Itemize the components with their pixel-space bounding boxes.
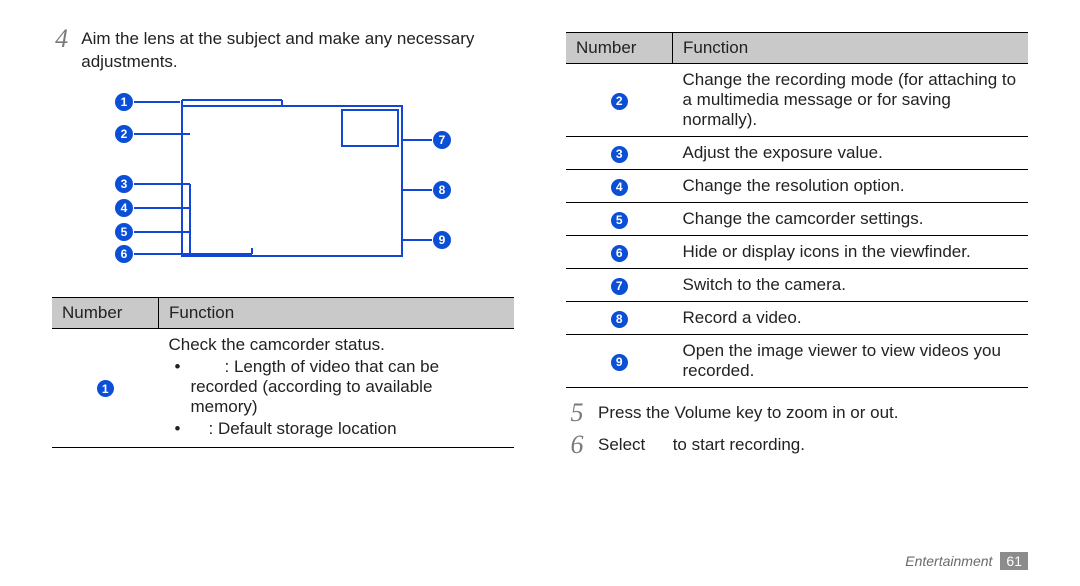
callout-2-icon: 2 [115,125,133,143]
callout-9-icon: 9 [433,231,451,249]
bullet-text: : Default storage location [209,419,397,438]
svg-text:5: 5 [121,225,128,239]
list-item: : Default storage location [169,419,505,439]
row1-sublist: : Length of video that can be recorded (… [169,357,505,439]
list-item: : Length of video that can be recorded (… [169,357,505,417]
th-function: Function [673,33,1029,64]
callout-badge-icon: 6 [611,245,628,262]
table-row: 5 Change the camcorder settings. [566,203,1028,236]
callout-table-left: Number Function 1 Check the camcorder st… [52,297,514,448]
row1-title: Check the camcorder status. [169,335,505,355]
table-row: 4 Change the resolution option. [566,170,1028,203]
svg-text:1: 1 [121,95,128,109]
callout-badge-icon: 3 [611,146,628,163]
step-4: 4 Aim the lens at the subject and make a… [52,28,514,74]
table-row: 2 Change the recording mode (for attachi… [566,64,1028,137]
cell-number: 9 [566,335,673,388]
cell-number: 6 [566,236,673,269]
table-row: 9 Open the image viewer to view videos y… [566,335,1028,388]
footer-page-number: 61 [1000,552,1028,570]
th-number: Number [566,33,673,64]
step-number: 4 [52,26,71,72]
svg-text:8: 8 [439,183,446,197]
callout-badge-icon: 4 [611,179,628,196]
bullet-text: : Length of video that can be recorded (… [191,357,440,416]
table-row: 7 Switch to the camera. [566,269,1028,302]
cell-function: Adjust the exposure value. [673,137,1029,170]
table-row: 3 Adjust the exposure value. [566,137,1028,170]
svg-text:3: 3 [121,177,128,191]
viewfinder-diagram: 1 2 3 4 5 6 7 8 9 [92,80,514,285]
callout-table-right: Number Function 2 Change the recording m… [566,32,1028,388]
th-number: Number [52,297,159,328]
cell-number: 2 [566,64,673,137]
step6-part-b: to start recording. [668,435,805,454]
table-row: 6 Hide or display icons in the viewfinde… [566,236,1028,269]
svg-text:9: 9 [439,233,446,247]
callout-5-icon: 5 [115,223,133,241]
footer-section-name: Entertainment [905,553,992,569]
callout-badge-icon: 5 [611,212,628,229]
cell-function: Change the recording mode (for attaching… [673,64,1029,137]
callout-8-icon: 8 [433,181,451,199]
cell-number: 4 [566,170,673,203]
th-function: Function [159,297,515,328]
svg-text:2: 2 [121,127,128,141]
two-column-layout: 4 Aim the lens at the subject and make a… [52,28,1028,466]
svg-text:4: 4 [121,201,128,215]
callout-7-icon: 7 [433,131,451,149]
left-column: 4 Aim the lens at the subject and make a… [52,28,514,466]
step-5: 5 Press the Volume key to zoom in or out… [566,402,1028,428]
step-text: Select to start recording. [598,434,805,460]
cell-function: Open the image viewer to view videos you… [673,335,1029,388]
table-header-row: Number Function [52,297,514,328]
step6-part-a: Select [598,435,650,454]
svg-text:6: 6 [121,247,128,261]
callout-6-icon: 6 [115,245,133,263]
right-column: Number Function 2 Change the recording m… [566,28,1028,466]
table-row: 8 Record a video. [566,302,1028,335]
cell-function: Check the camcorder status. : Length of … [159,328,515,447]
cell-number: 8 [566,302,673,335]
cell-number: 7 [566,269,673,302]
cell-function: Change the resolution option. [673,170,1029,203]
step-6: 6 Select to start recording. [566,434,1028,460]
callout-3-icon: 3 [115,175,133,193]
callout-1-icon: 1 [115,93,133,111]
cell-function: Hide or display icons in the viewfinder. [673,236,1029,269]
diagram-svg: 1 2 3 4 5 6 7 8 9 [92,80,472,280]
page-footer: Entertainment 61 [905,552,1028,570]
callout-badge-icon: 7 [611,278,628,295]
table-row: 1 Check the camcorder status. : Length o… [52,328,514,447]
callout-1-badge-icon: 1 [97,380,114,397]
cell-number: 5 [566,203,673,236]
cell-function: Switch to the camera. [673,269,1029,302]
step-text: Aim the lens at the subject and make any… [81,28,514,74]
callout-badge-icon: 2 [611,93,628,110]
step-text: Press the Volume key to zoom in or out. [598,402,898,428]
svg-text:7: 7 [439,133,446,147]
step-number: 6 [566,432,588,458]
callout-4-icon: 4 [115,199,133,217]
cell-function: Record a video. [673,302,1029,335]
cell-function: Change the camcorder settings. [673,203,1029,236]
step-number: 5 [566,400,588,426]
callout-badge-icon: 8 [611,311,628,328]
table-header-row: Number Function [566,33,1028,64]
cell-number: 3 [566,137,673,170]
callout-badge-icon: 9 [611,354,628,371]
cell-number: 1 [52,328,159,447]
manual-page: 4 Aim the lens at the subject and make a… [0,0,1080,586]
